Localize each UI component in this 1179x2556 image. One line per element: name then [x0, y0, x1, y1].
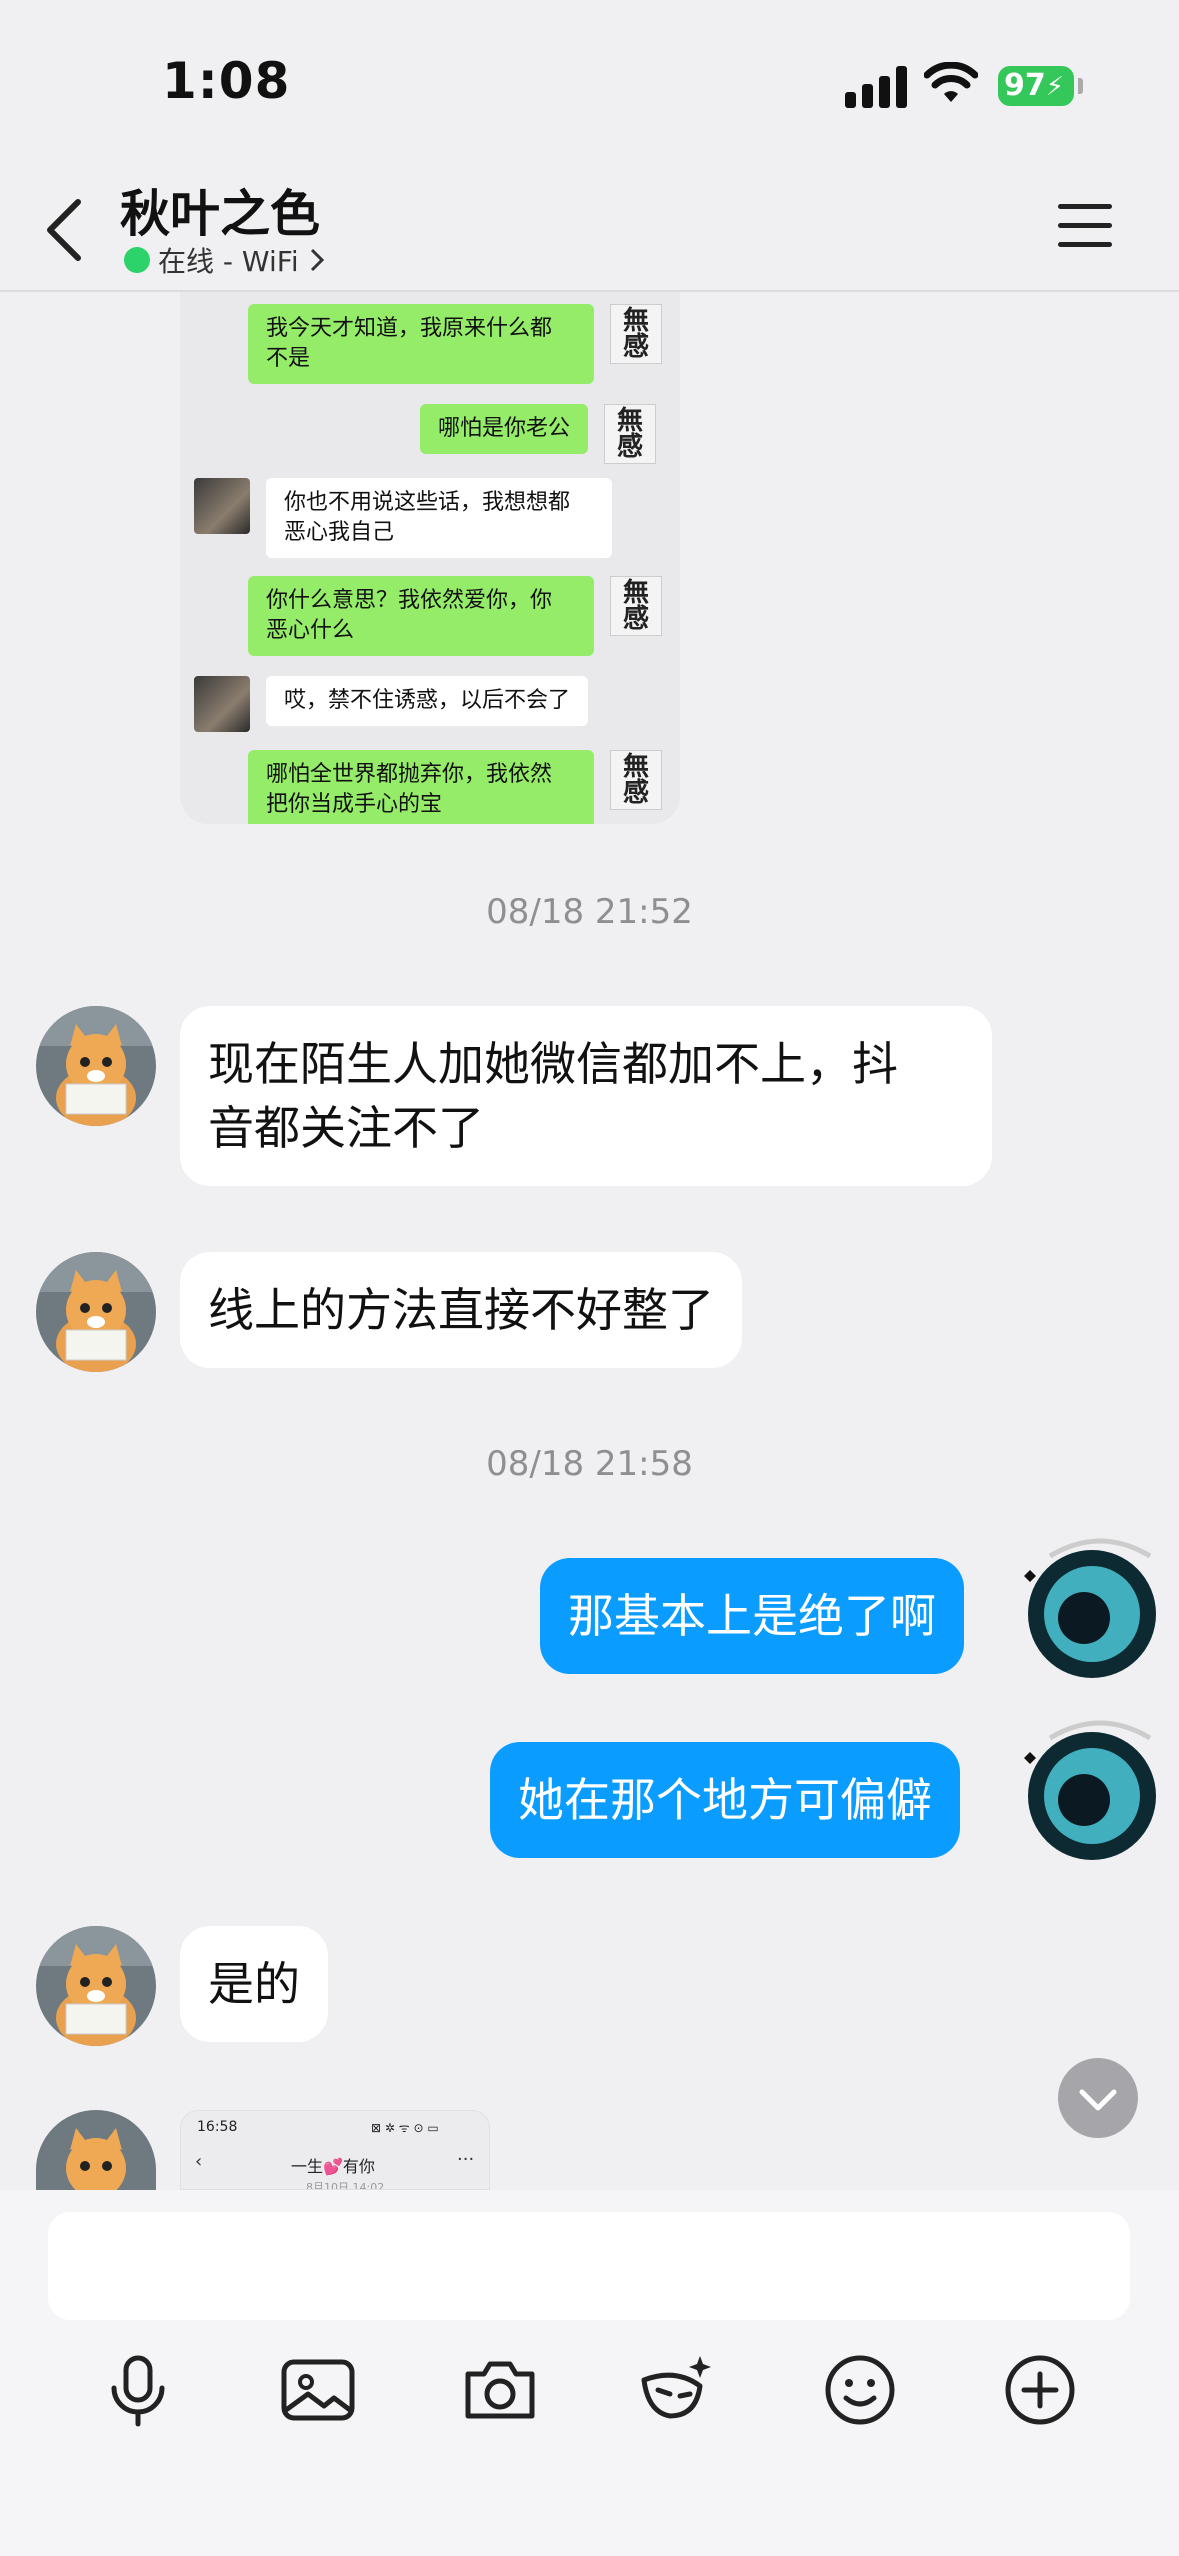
- photo-icon[interactable]: [278, 2350, 358, 2430]
- menu-button[interactable]: [1058, 204, 1112, 248]
- chevron-down-icon: [1079, 2089, 1117, 2111]
- battery-cap: [1078, 78, 1083, 94]
- composer: [0, 2190, 1179, 2556]
- my-avatar[interactable]: [1010, 1526, 1160, 1692]
- contact-avatar[interactable]: [36, 1252, 156, 1372]
- message-bubble-incoming[interactable]: 线上的方法直接不好整了: [180, 1252, 742, 1368]
- charging-bolt-icon: ⚡: [1045, 72, 1065, 102]
- message-bubble-incoming[interactable]: 现在陌生人加她微信都加不上，抖 音都关注不了: [180, 1006, 992, 1186]
- mini-message-me: 你什么意思？我依然爱你，你 恶心什么 無 感: [248, 576, 662, 656]
- mini-bubble: 我今天才知道，我原来什么都 不是: [248, 304, 594, 384]
- presence-text: 在线 - WiFi: [158, 245, 299, 278]
- my-avatar[interactable]: [1010, 1708, 1160, 1874]
- mini-avatar: [194, 478, 250, 534]
- chat-title[interactable]: 秋叶之色: [120, 174, 320, 246]
- contact-avatar[interactable]: [36, 1006, 156, 1126]
- timestamp: 08/18 21:58: [486, 1444, 693, 1484]
- mini-message-me: 哪怕全世界都抛弃你，我依然 把你当成手心的宝 無 感: [248, 750, 662, 824]
- mini-message-her: 你也不用说这些话，我想想都 恶心我自己: [194, 478, 612, 558]
- battery-level: 97: [1004, 68, 1046, 103]
- mini-message-me: 我今天才知道，我原来什么都 不是 無 感: [248, 304, 662, 384]
- mini-bubble: 哪怕是你老公: [420, 404, 589, 454]
- mini-chat-title: 一生💕有你: [291, 2157, 375, 2176]
- mini-avatar: [194, 676, 250, 732]
- embedded-screenshot-thumbnail[interactable]: 16:58 ⊠ ✲ ᯤ ⊙ ▭ ‹ 一生💕有你 ··· 8月10日 14:02: [180, 2110, 490, 2190]
- message-bubble-outgoing[interactable]: 她在那个地方可偏僻: [490, 1742, 960, 1858]
- mini-avatar: 無 感: [604, 404, 657, 464]
- mini-date: 8月10日 14:02: [306, 2181, 385, 2190]
- presence-status[interactable]: 在线 - WiFi: [124, 240, 325, 280]
- cellular-signal-icon: [845, 66, 907, 108]
- mask-icon[interactable]: [636, 2350, 716, 2430]
- mini-avatar: 無 感: [610, 750, 662, 810]
- mini-bubble: 你也不用说这些话，我想想都 恶心我自己: [266, 478, 612, 558]
- mini-message-me: 哪怕是你老公 無 感: [420, 404, 657, 464]
- status-time: 1:08: [162, 52, 291, 110]
- chevron-right-icon: [310, 248, 324, 272]
- chat-header: 秋叶之色 在线 - WiFi: [0, 160, 1179, 292]
- add-icon[interactable]: [1000, 2350, 1080, 2430]
- mini-avatar: 無 感: [610, 576, 662, 636]
- mini-bubble: 你什么意思？我依然爱你，你 恶心什么: [248, 576, 594, 656]
- mini-more-icon: ···: [457, 2149, 475, 2170]
- mini-back-icon: ‹: [195, 2151, 203, 2172]
- mini-message-her: 哎，禁不住诱惑，以后不会了: [194, 676, 589, 732]
- emoji-icon[interactable]: [820, 2350, 900, 2430]
- mini-bubble: 哪怕全世界都抛弃你，我依然 把你当成手心的宝: [248, 750, 594, 824]
- online-dot-icon: [124, 247, 150, 273]
- contact-avatar[interactable]: [36, 2110, 156, 2190]
- mini-avatar: 無 感: [610, 304, 662, 364]
- message-bubble-outgoing[interactable]: 那基本上是绝了啊: [540, 1558, 964, 1674]
- timestamp: 08/18 21:52: [486, 892, 693, 932]
- status-bar: 1:08 97⚡: [0, 0, 1179, 160]
- message-bubble-incoming[interactable]: 是的: [180, 1926, 328, 2042]
- scroll-to-bottom-button[interactable]: [1058, 2058, 1138, 2138]
- camera-icon[interactable]: [460, 2350, 540, 2430]
- back-button[interactable]: [38, 190, 98, 270]
- contact-avatar[interactable]: [36, 1926, 156, 2046]
- battery-indicator: 97⚡: [998, 66, 1074, 106]
- wifi-icon: [924, 62, 978, 102]
- mini-bubble: 哎，禁不住诱惑，以后不会了: [266, 676, 589, 726]
- message-input[interactable]: [48, 2212, 1130, 2320]
- mic-icon[interactable]: [98, 2350, 178, 2430]
- embedded-chat-screenshot[interactable]: 我今天才知道，我原来什么都 不是 無 感 哪怕是你老公 無 感 你也不用说这些话…: [180, 292, 680, 824]
- mini-status-icons: ⊠ ✲ ᯤ ⊙ ▭: [371, 2121, 439, 2135]
- mini-status-time: 16:58: [197, 2119, 238, 2135]
